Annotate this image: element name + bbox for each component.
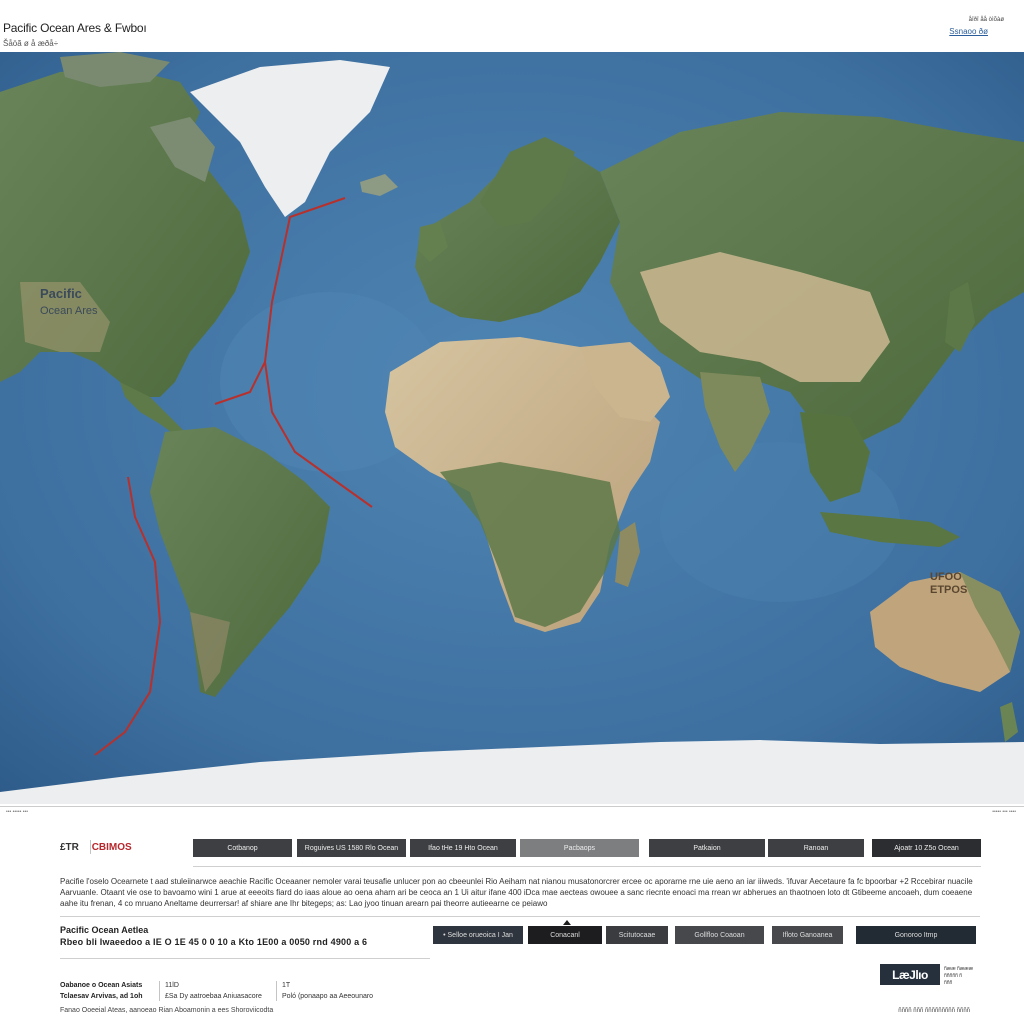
world-map[interactable]: Pacific Ocean Ares UFOO ETPOS (0, 52, 1024, 804)
logo-divider (90, 840, 91, 854)
page-title: Pacific Ocean Ares & Fwboı (3, 21, 147, 35)
brand-side-text: ñææ ñæææ ñññññ ñ ñññ (944, 966, 973, 987)
toolbar-button-2[interactable]: Roguives US 1580 Rlo Ocean (297, 839, 406, 857)
label-ocean-ares: Ocean Ares (40, 305, 98, 317)
label-pacific: Pacific (40, 286, 82, 301)
action-button-4[interactable]: Gollfloo Coaoan (675, 926, 764, 944)
brand-side-line-1: ñææ ñæææ (944, 966, 974, 972)
brand-badge: LæJlıo (880, 964, 940, 985)
action-button-3[interactable]: Scitutocaae (606, 926, 668, 944)
action-button-6[interactable]: Gonoroo Itmp (856, 926, 976, 944)
toolbar-button-6[interactable]: Ranoan (768, 839, 864, 857)
label-australia-1: UFOO (930, 571, 962, 583)
action-button-1[interactable]: • Selloe orueoica I Jan (433, 926, 523, 944)
footer-separator-2 (276, 981, 277, 1001)
toolbar-button-5[interactable]: Patkaion (649, 839, 765, 857)
footer-mid-1: 11lD (165, 982, 179, 989)
toolbar-button-1[interactable]: Cotbanop (193, 839, 292, 857)
action-button-2[interactable]: Conacanl (528, 926, 602, 944)
header-link[interactable]: Ssnaoo ðø (949, 27, 988, 36)
brand-logo: £TR CBIMOS (60, 840, 132, 854)
logo-text: CBIMOS (91, 842, 132, 853)
label-australia-2: ETPOS (930, 584, 967, 596)
toolbar-button-4[interactable]: Pacbaops (520, 839, 639, 857)
toolbar-button-7[interactable]: Ajoatr 10 Z5o Ocean (872, 839, 981, 857)
header-meta: åîðî åå òìõàø (968, 17, 1004, 23)
footer-mid-2: £Sa Dy aatroebaa Aniuasacore (165, 993, 262, 1000)
footer-note: Fanao Ooeeial Ateas, aanoeao Rian Aboamo… (60, 1007, 274, 1014)
footer-right-2: Poló (ponaapo aa Aeeounaro (282, 993, 374, 1000)
footer-separator-1 (159, 981, 160, 1001)
map-divider (0, 806, 1024, 807)
area-values: Rbeo bli Iwaeedoo a IE O 1E 45 0 0 10 a … (60, 937, 368, 947)
logo-prefix: £TR (60, 842, 79, 853)
area-title: Pacific Ocean Aetlea (60, 925, 149, 935)
action-button-5[interactable]: Ifloto Ganoanea (772, 926, 843, 944)
map-footnote-right: ••••• ••• •••• (992, 809, 1016, 815)
section-divider (60, 916, 980, 917)
description-text: Pacifie l'oselo Ocearnete t aad stuleiin… (60, 877, 973, 908)
footer-right-1: 1T (282, 982, 291, 989)
footer-right-note: ññññ ñññ ñññññññññ ññññ (898, 1008, 970, 1014)
toolbar-divider (193, 866, 981, 867)
brand-side-line-3: ñññ (944, 980, 953, 986)
footer-label-2: Tclaesav Arvivas, ad 1oh (60, 993, 143, 1000)
brand-side-line-2: ñññññ ñ (944, 973, 963, 979)
toolbar-button-3[interactable]: Ifao tHe 19 Hto Ocean (410, 839, 516, 857)
footer-label-1: Oabanoe o Ocean Asiats (60, 982, 143, 989)
active-tab-caret-icon (563, 920, 571, 925)
page-subtitle: Šåöã ø å æðå÷ (3, 39, 59, 48)
map-footnote-left: ••• ••••• ••• (6, 809, 29, 815)
area-divider (60, 958, 430, 959)
